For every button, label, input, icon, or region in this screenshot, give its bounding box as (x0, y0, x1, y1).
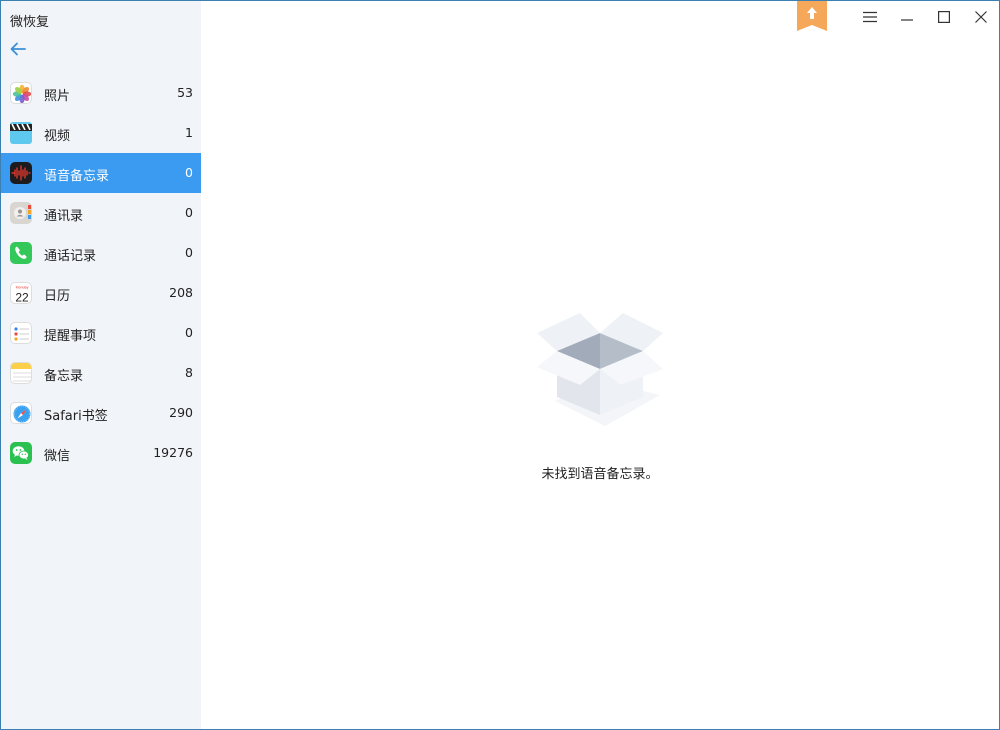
menu-button[interactable] (851, 1, 888, 33)
sidebar-item-safari-bookmarks[interactable]: Safari书签 290 (1, 393, 201, 433)
sidebar-item-label: 备忘录 (44, 369, 84, 384)
sidebar-item-label: 照片 (44, 89, 71, 104)
sidebar-item-label: 视频 (44, 129, 71, 144)
voice-memo-icon (10, 162, 32, 184)
sidebar-item-videos[interactable]: 视频 1 (1, 113, 201, 153)
maximize-icon (937, 11, 950, 23)
sidebar-item-count: 0 (185, 325, 193, 340)
sidebar-item-count: 208 (169, 285, 193, 300)
notes-icon (10, 362, 32, 384)
reminders-icon (10, 322, 32, 344)
empty-box-illustration (535, 311, 665, 429)
sidebar-item-contacts[interactable]: 通讯录 0 (1, 193, 201, 233)
sidebar-item-label: 日历 (44, 289, 71, 304)
app-window: 微恢复 照片 53 视频 1 语音备忘录 0 通讯录 0 通话记录 0 Mond… (0, 0, 1000, 730)
sidebar-item-notes[interactable]: 备忘录 8 (1, 353, 201, 393)
sidebar-item-label: 通话记录 (44, 249, 97, 264)
sidebar-item-count: 1 (185, 125, 193, 140)
sidebar-item-calendar[interactable]: Monday 22 日历 208 (1, 273, 201, 313)
sidebar-item-count: 0 (185, 205, 193, 220)
back-button[interactable] (8, 39, 28, 59)
sidebar-item-count: 53 (177, 85, 193, 100)
arrow-left-icon (10, 42, 26, 56)
calendar-icon: Monday 22 (10, 282, 32, 304)
wechat-icon (10, 442, 32, 464)
sidebar-item-count: 0 (185, 165, 193, 180)
main-content: 未找到语音备忘录。 (201, 1, 999, 729)
minimize-icon (900, 19, 913, 21)
sidebar-item-count: 19276 (153, 445, 193, 460)
close-button[interactable] (962, 1, 999, 33)
app-title: 微恢复 (10, 15, 50, 30)
hamburger-menu-icon (862, 11, 877, 23)
sidebar-item-voice-memos[interactable]: 语音备忘录 0 (1, 153, 201, 193)
sidebar-item-label: 微信 (44, 449, 71, 464)
category-list: 照片 53 视频 1 语音备忘录 0 通讯录 0 通话记录 0 Monday 2… (1, 73, 201, 473)
sidebar-item-reminders[interactable]: 提醒事项 0 (1, 313, 201, 353)
sidebar-item-label: 语音备忘录 (44, 169, 110, 184)
minimize-button[interactable] (888, 1, 925, 33)
sidebar-item-label: 提醒事项 (44, 329, 97, 344)
empty-state-message: 未找到语音备忘录。 (541, 467, 659, 482)
calendar-icon-month: Monday (16, 286, 29, 290)
sidebar-item-photos[interactable]: 照片 53 (1, 73, 201, 113)
sidebar: 微恢复 照片 53 视频 1 语音备忘录 0 通讯录 0 通话记录 0 Mond… (1, 1, 201, 729)
video-icon (10, 122, 32, 144)
sidebar-item-wechat[interactable]: 微信 19276 (1, 433, 201, 473)
sidebar-item-label: 通讯录 (44, 209, 84, 224)
sidebar-item-label: Safari书签 (44, 409, 108, 424)
sidebar-item-count: 8 (185, 365, 193, 380)
sidebar-item-call-log[interactable]: 通话记录 0 (1, 233, 201, 273)
calendar-icon-day: 22 (15, 291, 29, 305)
maximize-button[interactable] (925, 1, 962, 33)
photos-icon (10, 82, 32, 104)
upgrade-arrow-icon (797, 1, 827, 31)
window-controls (851, 1, 999, 33)
safari-icon (10, 402, 32, 424)
close-icon (974, 11, 987, 23)
sidebar-item-count: 290 (169, 405, 193, 420)
upgrade-button[interactable] (796, 1, 828, 31)
open-box-icon (537, 313, 663, 426)
contacts-icon (10, 202, 32, 224)
sidebar-item-count: 0 (185, 245, 193, 260)
phone-icon (10, 242, 32, 264)
